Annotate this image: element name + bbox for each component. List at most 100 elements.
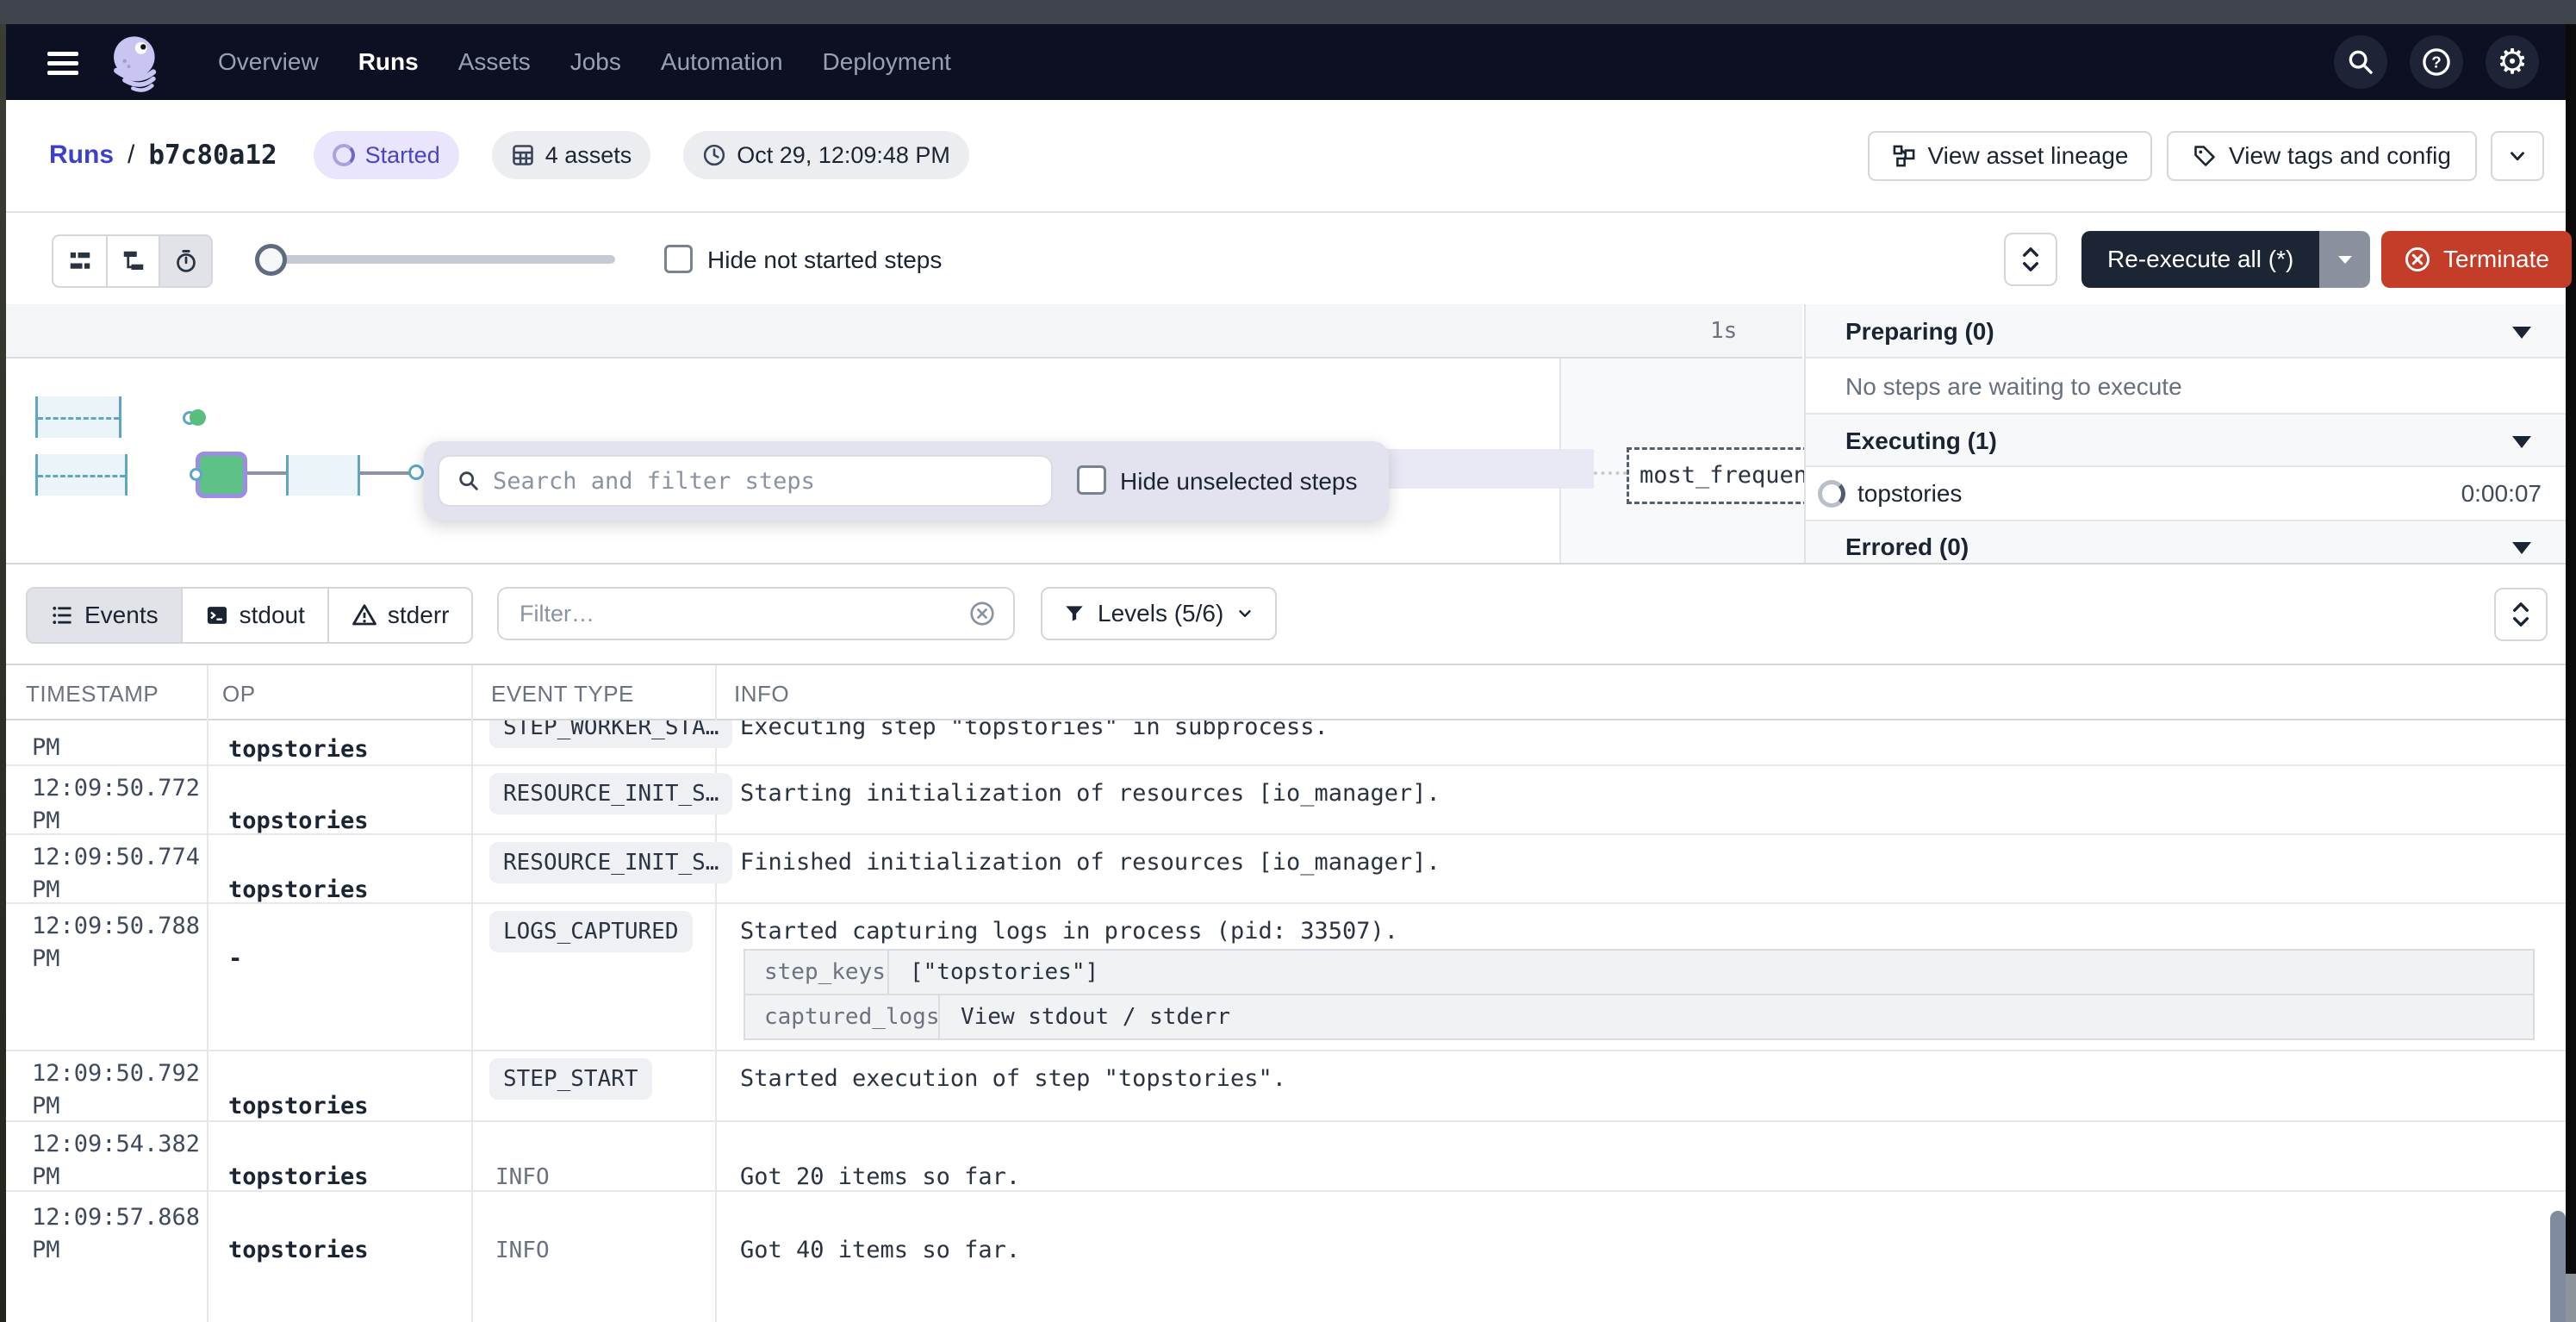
nav-item-jobs[interactable]: Jobs xyxy=(570,48,621,76)
event-row[interactable]: 12:09:50.792 PM topstories STEP_START St… xyxy=(6,1051,2566,1122)
gantt-view-mode-switcher xyxy=(52,234,213,288)
assets-grid-icon xyxy=(511,143,535,167)
reexecute-dropdown-button[interactable] xyxy=(2319,231,2370,288)
svg-text:?: ? xyxy=(2431,53,2441,72)
panel-section-errored[interactable]: Errored (0) xyxy=(1806,521,2566,563)
dropdown-caret-icon xyxy=(2336,253,2354,265)
col-info: INFO xyxy=(734,681,789,708)
panel-empty-row: No steps are waiting to execute xyxy=(1806,359,2566,415)
status-spinner-icon xyxy=(333,144,355,166)
nav-item-overview[interactable]: Overview xyxy=(218,48,319,76)
log-view-tabs: Events stdout stderr xyxy=(26,587,473,644)
dep-node-icon xyxy=(408,465,424,480)
dagster-logo-icon[interactable] xyxy=(104,31,170,97)
event-type-badge: RESOURCE_INIT_S… xyxy=(489,842,732,883)
nav-item-assets[interactable]: Assets xyxy=(458,48,531,76)
step-bar-notstarted-2[interactable] xyxy=(35,454,128,496)
circle-x-icon xyxy=(2404,246,2431,273)
event-row[interactable]: 12:09:50.774 PM topstories RESOURCE_INIT… xyxy=(6,835,2566,904)
settings-button[interactable]: ⚙︎ xyxy=(2486,35,2539,89)
time-tick-label: 1s xyxy=(1710,318,1737,344)
search-button[interactable] xyxy=(2334,35,2387,89)
log-filter-input[interactable] xyxy=(499,601,968,627)
hide-not-started-checkbox[interactable] xyxy=(664,245,693,273)
event-type-badge: STEP_WORKER_STA… xyxy=(489,720,732,748)
hide-unselected-checkbox[interactable] xyxy=(1077,465,1106,495)
event-metadata-table: step_keys ["topstories"] captured_logs V… xyxy=(744,949,2535,1040)
gantt-time-axis: 1s xyxy=(6,304,1802,359)
step-bar-notstarted-1[interactable] xyxy=(35,396,121,438)
dep-node-icon xyxy=(190,468,202,481)
zoom-slider-handle[interactable] xyxy=(255,244,287,276)
tag-icon xyxy=(2193,144,2217,168)
hide-not-started-label[interactable]: Hide not started steps xyxy=(707,246,942,274)
nav-item-deployment[interactable]: Deployment xyxy=(823,48,951,76)
view-tags-config-button[interactable]: View tags and config xyxy=(2167,131,2477,181)
section-title: Preparing (0) xyxy=(1845,318,1994,346)
tab-stderr[interactable]: stderr xyxy=(327,589,472,642)
window-right-edge xyxy=(2566,24,2576,1322)
clock-icon xyxy=(702,143,726,167)
window-top-strip xyxy=(0,0,2576,24)
events-expand-button[interactable] xyxy=(2494,588,2548,641)
executing-step-row[interactable]: topstories 0:00:07 xyxy=(1806,467,2566,521)
event-row[interactable]: 12:09:50.770 PM topstories STEP_WORKER_S… xyxy=(6,720,2566,766)
step-spinner-icon xyxy=(1818,480,1845,508)
funnel-icon xyxy=(1063,602,1086,625)
panel-section-preparing[interactable]: Preparing (0) xyxy=(1806,304,2566,359)
breadcrumb-separator: / xyxy=(128,140,134,170)
levels-filter-button[interactable]: Levels (5/6) xyxy=(1041,587,1277,640)
view-asset-lineage-button[interactable]: View asset lineage xyxy=(1868,131,2152,181)
header-more-button[interactable] xyxy=(2491,131,2544,181)
event-row[interactable]: 12:09:50.788 PM - LOGS_CAPTURED Started … xyxy=(6,904,2566,1051)
menu-icon[interactable] xyxy=(47,47,78,80)
tab-events[interactable]: Events xyxy=(28,589,181,642)
hide-unselected-label[interactable]: Hide unselected steps xyxy=(1120,468,1358,496)
zoom-slider-track[interactable] xyxy=(264,255,615,264)
collapse-chevron-icon[interactable] xyxy=(2512,436,2531,448)
event-type-badge: STEP_START xyxy=(489,1058,652,1100)
step-search-input[interactable] xyxy=(481,468,1051,495)
chevron-down-icon xyxy=(2506,145,2529,167)
pending-step-box[interactable]: most_frequent_words xyxy=(1627,447,1808,504)
gear-icon: ⚙︎ xyxy=(2497,45,2528,79)
event-type-badge: RESOURCE_INIT_S… xyxy=(489,773,732,814)
step-bar-running-selected[interactable] xyxy=(196,452,247,498)
help-button[interactable]: ? xyxy=(2410,35,2463,89)
assets-badge[interactable]: 4 assets xyxy=(492,131,651,179)
clear-filter-icon[interactable] xyxy=(968,600,1013,627)
waterfall-view-button[interactable] xyxy=(106,236,159,286)
table-scrollbar-thumb[interactable] xyxy=(2550,1211,2566,1322)
step-bar-notstarted-3[interactable] xyxy=(286,455,360,496)
collapse-chevron-icon[interactable] xyxy=(2512,327,2531,339)
view-stdout-stderr-link[interactable]: View stdout / stderr xyxy=(940,1004,1230,1030)
event-row[interactable]: 12:09:50.772 PM topstories RESOURCE_INIT… xyxy=(6,766,2566,835)
terminate-button[interactable]: Terminate xyxy=(2381,231,2572,288)
flat-view-icon xyxy=(67,248,93,274)
tab-stdout[interactable]: stdout xyxy=(181,589,327,642)
timed-view-button[interactable] xyxy=(159,236,211,286)
nav-item-automation[interactable]: Automation xyxy=(661,48,783,76)
metadata-row: step_keys ["topstories"] xyxy=(745,951,2533,994)
start-time-badge: Oct 29, 12:09:48 PM xyxy=(683,131,969,179)
panel-section-executing[interactable]: Executing (1) xyxy=(1806,415,2566,467)
lineage-icon xyxy=(1892,144,1916,168)
reexecute-all-button[interactable]: Re-execute all (*) xyxy=(2081,231,2319,288)
nav-item-runs[interactable]: Runs xyxy=(358,48,419,76)
gantt-expand-button[interactable] xyxy=(2004,233,2057,286)
flat-view-button[interactable] xyxy=(53,236,106,286)
metadata-row: captured_logs View stdout / stderr xyxy=(745,994,2533,1038)
waterfall-view-icon xyxy=(121,248,146,274)
stopwatch-icon xyxy=(173,248,199,274)
step-state-panel: Preparing (0) No steps are waiting to ex… xyxy=(1806,304,2566,563)
section-title: Executing (1) xyxy=(1845,427,1997,455)
breadcrumb-runs-link[interactable]: Runs xyxy=(49,140,114,170)
event-row[interactable]: 12:09:54.382 PM topstories INFO Got 20 i… xyxy=(6,1122,2566,1192)
collapse-chevron-icon[interactable] xyxy=(2512,542,2531,554)
reexecute-split-button: Re-execute all (*) xyxy=(2081,231,2370,288)
help-icon: ? xyxy=(2421,47,2452,78)
col-event-type: EVENT TYPE xyxy=(491,681,634,708)
event-row[interactable]: 12:09:57.868 PM topstories INFO Got 40 i… xyxy=(6,1192,2566,1322)
search-icon xyxy=(2346,47,2375,77)
events-toolbar: Events stdout stderr xyxy=(6,564,2566,664)
